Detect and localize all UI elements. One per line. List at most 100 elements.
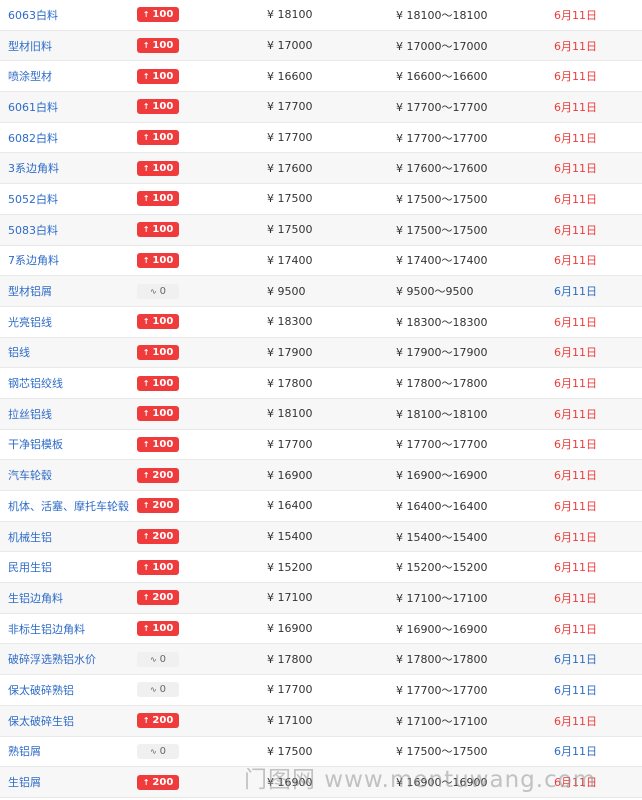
price-range: ¥ 17900～17900 — [396, 346, 488, 360]
change-badge: ↑ 100 — [137, 621, 179, 637]
change-value: 200 — [152, 469, 174, 481]
flat-icon: ∿ — [149, 746, 157, 756]
product-name-link[interactable]: 型材旧料 — [8, 38, 52, 54]
product-name-link[interactable]: 机械生铝 — [8, 529, 52, 545]
change-badge: ↑ 100 — [137, 252, 179, 268]
up-arrow-icon: ↑ — [142, 532, 150, 542]
table-row: 7系边角料 ↑ 100 ¥ 17400 ¥ 17400～17400 6月11日 — [0, 246, 642, 277]
change-value: 100 — [152, 224, 174, 236]
price-range: ¥ 17400～17400 — [396, 254, 488, 268]
change-value: 200 — [152, 776, 174, 788]
price-range: ¥ 17700～17700 — [396, 131, 488, 145]
price-value: ¥ 16600 — [267, 69, 313, 83]
date-value: 6月11日 — [554, 39, 597, 53]
product-name-link[interactable]: 汽车轮毂 — [8, 467, 52, 483]
date-value: 6月11日 — [554, 591, 597, 605]
price-range: ¥ 16900～16900 — [396, 469, 488, 483]
product-name-link[interactable]: 7系边角料 — [8, 252, 59, 268]
date-value: 6月11日 — [554, 377, 597, 391]
product-name-link[interactable]: 6061白料 — [8, 99, 58, 115]
table-row: 6063白料 ↑ 100 ¥ 18100 ¥ 18100～18100 6月11日 — [0, 0, 642, 31]
price-range: ¥ 15400～15400 — [396, 530, 488, 544]
product-name-link[interactable]: 3系边角料 — [8, 160, 59, 176]
change-value: 100 — [152, 623, 174, 635]
price-value: ¥ 18300 — [267, 315, 313, 329]
change-badge: ∿ 0 — [137, 743, 179, 759]
price-range: ¥ 17700～17700 — [396, 100, 488, 114]
table-row: 型材旧料 ↑ 100 ¥ 17000 ¥ 17000～17000 6月11日 — [0, 30, 642, 62]
date-value: 6月11日 — [554, 254, 597, 268]
product-name-link[interactable]: 6082白料 — [8, 130, 58, 146]
up-arrow-icon: ↑ — [142, 102, 150, 112]
change-badge: ∿ 0 — [137, 283, 179, 299]
flat-icon: ∿ — [149, 654, 157, 664]
change-value: 100 — [152, 193, 174, 205]
change-badge: ↑ 100 — [137, 160, 179, 176]
change-value: 200 — [152, 500, 174, 512]
price-range: ¥ 16400～16400 — [396, 499, 488, 513]
price-range: ¥ 17100～17100 — [396, 591, 488, 605]
price-value: ¥ 17000 — [267, 39, 313, 53]
change-badge: ↑ 100 — [137, 68, 179, 84]
product-name-link[interactable]: 型材铝屑 — [8, 283, 52, 299]
date-value: 6月11日 — [554, 499, 597, 513]
table-row: 汽车轮毂 ↑ 200 ¥ 16900 ¥ 16900～16900 6月11日 — [0, 460, 642, 491]
date-value: 6月11日 — [554, 192, 597, 206]
product-name-link[interactable]: 拉丝铝线 — [8, 406, 52, 422]
change-value: 100 — [152, 561, 174, 573]
change-value: 100 — [152, 9, 174, 21]
up-arrow-icon: ↑ — [142, 439, 150, 449]
product-name-link[interactable]: 生铝边角料 — [8, 590, 63, 606]
change-badge: ∿ 0 — [137, 651, 179, 667]
price-range: ¥ 17800～17800 — [396, 653, 488, 667]
table-row: 非标生铝边角料 ↑ 100 ¥ 16900 ¥ 16900～16900 6月11日 — [0, 614, 642, 645]
product-name-link[interactable]: 5052白料 — [8, 191, 58, 207]
table-row: 5083白料 ↑ 100 ¥ 17500 ¥ 17500～17500 6月11日 — [0, 214, 642, 246]
product-name-link[interactable]: 喷涂型材 — [8, 68, 52, 84]
table-row: 拉丝铝线 ↑ 100 ¥ 18100 ¥ 18100～18100 6月11日 — [0, 398, 642, 430]
change-badge: ↑ 100 — [137, 191, 179, 207]
change-badge: ↑ 200 — [137, 590, 179, 606]
product-name-link[interactable]: 非标生铝边角料 — [8, 621, 85, 637]
table-row: 生铝边角料 ↑ 200 ¥ 17100 ¥ 17100～17100 6月11日 — [0, 583, 642, 614]
up-arrow-icon: ↑ — [142, 777, 150, 787]
product-name-link[interactable]: 干净铝模板 — [8, 436, 63, 452]
price-value: ¥ 17500 — [267, 192, 313, 206]
change-badge: ↑ 100 — [137, 406, 179, 422]
change-badge: ↑ 200 — [137, 529, 179, 545]
change-value: 100 — [152, 40, 174, 52]
price-range: ¥ 18100～18100 — [396, 8, 488, 22]
price-value: ¥ 16400 — [267, 499, 313, 513]
product-name-link[interactable]: 保太破碎熟铝 — [8, 682, 74, 698]
change-value: 200 — [152, 715, 174, 727]
product-name-link[interactable]: 6063白料 — [8, 7, 58, 23]
up-arrow-icon: ↑ — [142, 194, 150, 204]
change-value: 100 — [152, 377, 174, 389]
price-value: ¥ 17100 — [267, 591, 313, 605]
change-value: 200 — [152, 531, 174, 543]
table-row: 喷涂型材 ↑ 100 ¥ 16600 ¥ 16600～16600 6月11日 — [0, 61, 642, 93]
price-range: ¥ 16900～16900 — [396, 776, 488, 790]
product-name-link[interactable]: 光亮铝线 — [8, 314, 52, 330]
product-name-link[interactable]: 破碎浮选熟铝水价 — [8, 651, 96, 667]
date-value: 6月11日 — [554, 407, 597, 421]
product-name-link[interactable]: 铝线 — [8, 344, 30, 360]
date-value: 6月11日 — [554, 745, 597, 759]
product-name-link[interactable]: 生铝屑 — [8, 774, 41, 790]
product-name-link[interactable]: 5083白料 — [8, 222, 58, 238]
product-name-link[interactable]: 钢芯铝绞线 — [8, 375, 63, 391]
change-value: 100 — [152, 316, 174, 328]
up-arrow-icon: ↑ — [142, 470, 150, 480]
date-value: 6月11日 — [554, 714, 597, 728]
change-badge: ↑ 200 — [137, 498, 179, 514]
product-name-link[interactable]: 机体、活塞、摩托车轮毂 — [8, 498, 129, 514]
up-arrow-icon: ↑ — [142, 409, 150, 419]
price-range: ¥ 17500～17500 — [396, 745, 488, 759]
price-value: ¥ 17600 — [267, 161, 313, 175]
price-value: ¥ 17700 — [267, 131, 313, 145]
product-name-link[interactable]: 保太破碎生铝 — [8, 713, 74, 729]
product-name-link[interactable]: 熟铝屑 — [8, 743, 41, 759]
price-value: ¥ 16900 — [267, 622, 313, 636]
product-name-link[interactable]: 民用生铝 — [8, 559, 52, 575]
table-row: 保太破碎生铝 ↑ 200 ¥ 17100 ¥ 17100～17100 6月11日 — [0, 705, 642, 737]
